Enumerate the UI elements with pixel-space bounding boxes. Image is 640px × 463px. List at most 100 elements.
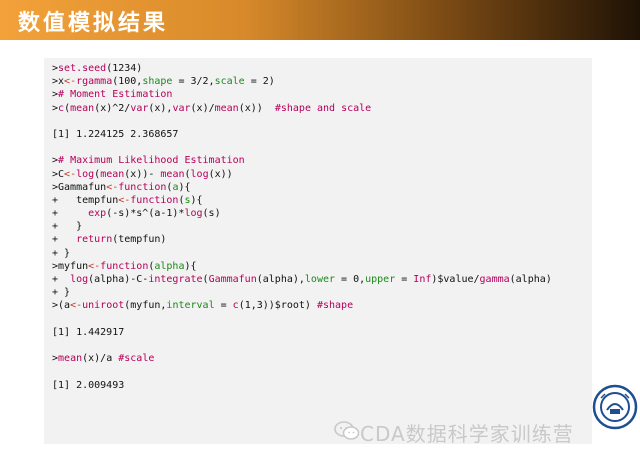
code-token: mean	[214, 102, 239, 114]
code-token: = 2)	[244, 76, 275, 88]
code-token: + }	[52, 287, 71, 299]
code-token: (x))	[238, 102, 275, 114]
slide-title: 数值模拟结果	[18, 11, 169, 36]
code-token: [1] 1.442917	[52, 326, 125, 338]
code-token: ){	[190, 194, 203, 206]
code-line: + log(alpha)-C-integrate(Gammafun(alpha)…	[52, 273, 552, 286]
code-token: #scale	[118, 353, 155, 365]
code-token: (x)/	[190, 102, 215, 114]
code-token: mean	[70, 102, 95, 114]
code-token: Gammafun	[208, 274, 257, 285]
code-line: ># Maximum Likelihood Estimation	[52, 154, 552, 167]
code-token: #shape and scale	[274, 102, 372, 114]
code-token: function	[130, 194, 179, 206]
code-token: + }	[52, 247, 71, 259]
code-token: >C	[52, 168, 65, 180]
code-line: >c(mean(x)^2/var(x),var(x)/mean(x)) #sha…	[52, 102, 552, 115]
code-token: (x),	[148, 102, 173, 114]
code-token: exp	[88, 208, 107, 220]
code-token: function	[118, 181, 167, 193]
code-token: = 3/2,	[172, 76, 215, 88]
code-line: >x<-rgamma(100,shape = 3/2,scale = 2)	[52, 75, 552, 88]
code-token: ){	[184, 260, 197, 272]
code-line: + }	[52, 220, 552, 233]
code-token: (-s)*s^(a-1)*	[106, 208, 185, 220]
code-token: alpha	[154, 260, 185, 272]
code-token: ){	[178, 181, 191, 193]
code-token: rgamma	[76, 76, 113, 88]
r-console-code: >set.seed(1234) >x<-rgamma(100,shape = 3/…	[52, 62, 552, 392]
code-token: log	[184, 208, 203, 220]
code-token: + tempfun	[52, 194, 119, 206]
code-token: <-	[88, 260, 101, 272]
code-token: = 0,	[335, 274, 366, 285]
code-token: # Maximum Likelihood Estimation	[58, 155, 245, 167]
code-line: + tempfun<-function(s){	[52, 194, 552, 207]
code-token: (1,3))$root)	[238, 300, 317, 312]
code-token: var	[172, 102, 191, 114]
code-token: mean	[160, 168, 185, 180]
code-token: shape	[142, 76, 173, 88]
code-token: (x)^2/	[94, 102, 131, 114]
title-bar: 数值模拟结果	[0, 0, 640, 40]
code-token: +	[52, 208, 89, 220]
code-token: (1234)	[106, 63, 143, 74]
code-token: var	[130, 102, 149, 114]
code-token: (100,	[112, 76, 143, 88]
code-token: interval	[166, 300, 215, 312]
code-token: #shape	[316, 300, 354, 312]
code-line: [1] 1.224125 2.368657	[52, 128, 552, 141]
code-token: >Gammafun	[52, 181, 107, 193]
code-token: (alpha),	[256, 274, 305, 285]
code-token: (myfun,	[124, 300, 167, 312]
code-token: +	[52, 234, 77, 246]
watermark-text: CDA数据科学家训练营	[360, 422, 574, 446]
code-line: >(a<-uniroot(myfun,interval = c(1,3))$ro…	[52, 299, 552, 312]
code-token: )$value/	[431, 274, 480, 285]
code-token: >(a	[52, 300, 71, 312]
code-token: scale	[214, 76, 245, 88]
code-token: =	[214, 300, 233, 312]
university-seal-icon	[592, 384, 638, 430]
code-line: >mean(x)/a #scale	[52, 352, 552, 365]
code-token: +	[52, 274, 71, 285]
code-line: + }	[52, 286, 552, 299]
code-token: <-	[64, 168, 77, 180]
code-line: >myfun<-function(alpha){	[52, 260, 552, 273]
code-line: >C<-log(mean(x))- mean(log(x))	[52, 168, 552, 181]
code-token: >x	[52, 76, 65, 88]
code-token: [1] 1.224125 2.368657	[52, 128, 179, 140]
code-line: [1] 1.442917	[52, 326, 552, 339]
code-token: upper	[365, 274, 396, 285]
code-token: [1] 2.009493	[52, 379, 125, 391]
code-token: function	[100, 260, 149, 272]
wechat-icon	[334, 421, 360, 440]
code-token: <-	[106, 181, 119, 193]
code-token: (x)/a	[82, 353, 119, 365]
code-token: (s)	[202, 208, 221, 220]
code-line: ># Moment Estimation	[52, 88, 552, 101]
code-line: + exp(-s)*s^(a-1)*log(s)	[52, 207, 552, 220]
code-token: <-	[118, 194, 131, 206]
code-token: set.seed	[58, 63, 107, 74]
code-token: mean	[100, 168, 125, 180]
code-token: uniroot	[82, 300, 125, 312]
code-token: gamma	[479, 274, 510, 285]
code-token: lower	[304, 274, 336, 285]
code-line: + }	[52, 247, 552, 260]
code-token: # Moment Estimation	[58, 89, 173, 101]
code-token: integrate	[148, 274, 203, 285]
code-token: (x))-	[124, 168, 161, 180]
code-token: <-	[70, 300, 83, 312]
code-token: mean	[58, 353, 83, 365]
code-token: =	[395, 274, 414, 285]
code-token: (x))	[208, 168, 233, 180]
code-token: Inf	[413, 274, 432, 285]
code-token: (tempfun)	[112, 234, 167, 246]
code-line: >set.seed(1234)	[52, 62, 552, 75]
